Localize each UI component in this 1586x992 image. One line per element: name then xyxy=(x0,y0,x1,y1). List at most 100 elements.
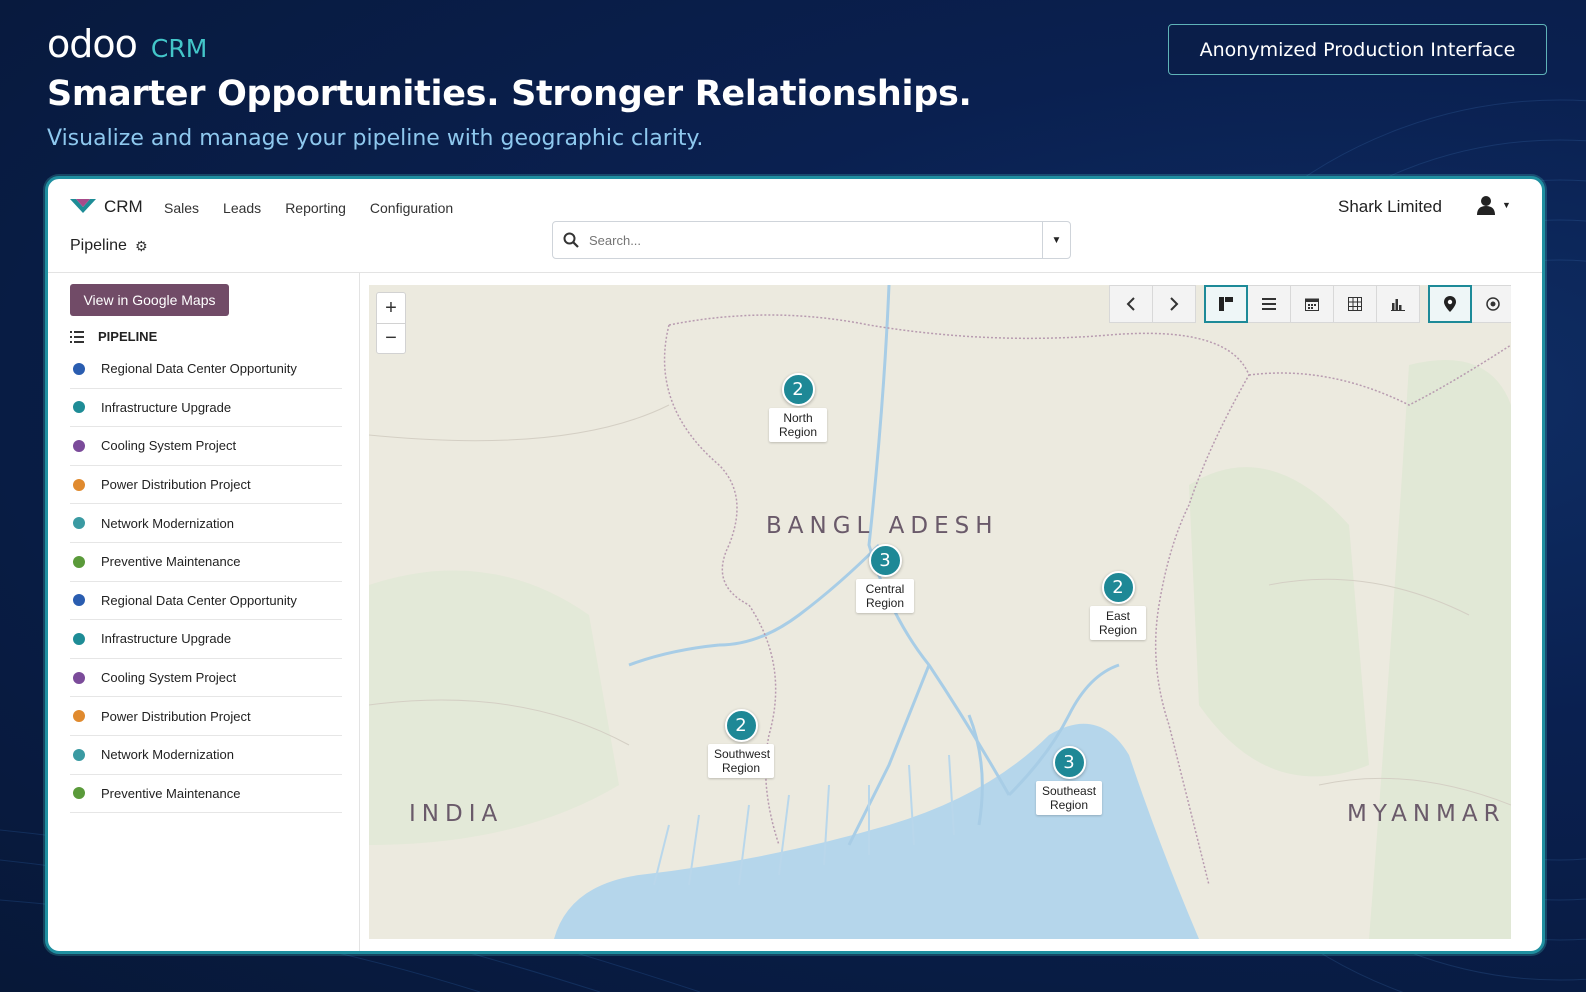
marker-label: Central Region xyxy=(856,579,914,613)
pipeline-item-label: Preventive Maintenance xyxy=(101,785,241,801)
marker-count: 2 xyxy=(724,709,758,742)
pipeline-item[interactable]: Preventive Maintenance xyxy=(70,543,342,582)
stage-color-dot-icon xyxy=(73,787,85,800)
map-marker-southeast[interactable]: 3 Southeast Region xyxy=(1036,746,1102,815)
stage-color-dot-icon xyxy=(73,710,85,723)
pipeline-item-label: Regional Data Center Opportunity xyxy=(101,361,297,377)
pipeline-item[interactable]: Preventive Maintenance xyxy=(70,775,342,814)
chevron-left-icon xyxy=(1126,297,1135,311)
sidebar: View in Google Maps PIPELINE Regional Da… xyxy=(48,273,360,951)
stage-color-dot-icon xyxy=(73,632,85,645)
pivot-view-button[interactable] xyxy=(1333,285,1377,323)
page-title[interactable]: Pipeline xyxy=(70,237,127,255)
main-menu: Sales Leads Reporting Configuration xyxy=(164,200,453,216)
zoom-in-button[interactable]: + xyxy=(377,293,405,323)
marker-label: North Region xyxy=(769,408,827,442)
previous-button[interactable] xyxy=(1109,285,1153,323)
map-marker-central[interactable]: 3 Central Region xyxy=(856,544,914,613)
search-bar: ▼ xyxy=(552,221,1071,259)
activity-view-button[interactable] xyxy=(1471,285,1511,323)
stage-color-dot-icon xyxy=(73,748,85,761)
menu-leads[interactable]: Leads xyxy=(223,200,261,216)
map-marker-east[interactable]: 2 East Region xyxy=(1090,571,1146,640)
pipeline-item[interactable]: Infrastructure Upgrade xyxy=(70,389,342,428)
top-navbar: CRM Sales Leads Reporting Configuration … xyxy=(48,179,1542,273)
list-icon xyxy=(70,330,84,343)
next-button[interactable] xyxy=(1152,285,1196,323)
search-input[interactable] xyxy=(589,232,1042,248)
odoo-logo: odoo xyxy=(47,22,138,66)
zoom-out-button[interactable]: − xyxy=(377,323,405,353)
pipeline-item-label: Cooling System Project xyxy=(101,670,237,686)
pipeline-item[interactable]: Cooling System Project xyxy=(70,427,342,466)
menu-configuration[interactable]: Configuration xyxy=(370,200,453,216)
graph-icon xyxy=(1391,299,1405,311)
country-label-bangladesh: BANGL ADESH xyxy=(766,513,999,539)
brand: odoo CRM xyxy=(47,22,207,66)
menu-reporting[interactable]: Reporting xyxy=(285,200,346,216)
marker-count: 3 xyxy=(868,544,902,577)
list-icon xyxy=(1262,298,1276,310)
crm-app-icon[interactable] xyxy=(70,197,96,215)
marker-count: 3 xyxy=(1052,746,1086,779)
search-options-chevron-down-icon[interactable]: ▼ xyxy=(1042,222,1070,258)
pipeline-item[interactable]: Infrastructure Upgrade xyxy=(70,620,342,659)
graph-view-button[interactable] xyxy=(1376,285,1420,323)
map-marker-southwest[interactable]: 2 Southwest Region xyxy=(708,709,774,778)
marker-count: 2 xyxy=(1101,571,1135,604)
breadcrumb: Pipeline ⚙ xyxy=(70,237,148,255)
subheadline: Visualize and manage your pipeline with … xyxy=(47,126,704,151)
map-view[interactable]: + − BANGL ADESH INDIA MYANMAR 2 North Re… xyxy=(369,285,1511,939)
marker-label: Southwest Region xyxy=(708,744,774,778)
map-view-button[interactable] xyxy=(1428,285,1472,323)
pipeline-item[interactable]: Network Modernization xyxy=(70,736,342,775)
pipeline-item-label: Network Modernization xyxy=(101,747,234,763)
pipeline-header: PIPELINE xyxy=(70,329,157,344)
view-in-google-maps-button[interactable]: View in Google Maps xyxy=(70,284,229,316)
chevron-down-icon: ▼ xyxy=(1502,200,1511,210)
activity-icon xyxy=(1486,297,1500,311)
kanban-view-button[interactable] xyxy=(1204,285,1248,323)
gear-icon[interactable]: ⚙ xyxy=(135,238,148,255)
anonymized-badge: Anonymized Production Interface xyxy=(1168,24,1547,75)
pipeline-item-label: Power Distribution Project xyxy=(101,708,251,724)
stage-color-dot-icon xyxy=(73,671,85,684)
country-label-myanmar: MYANMAR xyxy=(1347,801,1506,827)
map-marker-north[interactable]: 2 North Region xyxy=(769,373,827,442)
stage-color-dot-icon xyxy=(73,594,85,607)
app-name[interactable]: CRM xyxy=(104,197,143,217)
pivot-icon xyxy=(1348,297,1362,311)
pipeline-item[interactable]: Network Modernization xyxy=(70,504,342,543)
pipeline-item[interactable]: Regional Data Center Opportunity xyxy=(70,350,342,389)
marker-label: Southeast Region xyxy=(1036,781,1102,815)
calendar-icon xyxy=(1305,298,1319,311)
pipeline-item-label: Infrastructure Upgrade xyxy=(101,399,232,415)
pipeline-item[interactable]: Power Distribution Project xyxy=(70,697,342,736)
user-icon xyxy=(1477,196,1495,215)
company-name[interactable]: Shark Limited xyxy=(1338,197,1442,217)
view-switcher xyxy=(1109,285,1511,323)
pipeline-item[interactable]: Cooling System Project xyxy=(70,659,342,698)
headline: Smarter Opportunities. Stronger Relation… xyxy=(47,74,972,114)
pipeline-header-label: PIPELINE xyxy=(98,329,158,344)
search-icon xyxy=(553,232,589,248)
app-window: CRM Sales Leads Reporting Configuration … xyxy=(45,176,1545,954)
zoom-control: + − xyxy=(376,292,406,354)
list-view-button[interactable] xyxy=(1247,285,1291,323)
pipeline-list: Regional Data Center Opportunity Infrastr… xyxy=(70,350,342,814)
user-menu[interactable]: ▼ xyxy=(1476,195,1511,215)
calendar-view-button[interactable] xyxy=(1290,285,1334,323)
map-tiles xyxy=(369,285,1511,939)
brand-product: CRM xyxy=(150,34,208,63)
pipeline-item-label: Network Modernization xyxy=(101,515,234,531)
stage-color-dot-icon xyxy=(73,439,85,452)
pipeline-item-label: Cooling System Project xyxy=(101,438,237,454)
pipeline-item-label: Power Distribution Project xyxy=(101,477,251,493)
pipeline-item[interactable]: Power Distribution Project xyxy=(70,466,342,505)
menu-sales[interactable]: Sales xyxy=(164,200,199,216)
stage-color-dot-icon xyxy=(73,478,85,491)
map-pin-icon xyxy=(1444,296,1456,312)
chevron-right-icon xyxy=(1170,297,1179,311)
pipeline-item[interactable]: Regional Data Center Opportunity xyxy=(70,582,342,621)
pipeline-item-label: Regional Data Center Opportunity xyxy=(101,592,297,608)
